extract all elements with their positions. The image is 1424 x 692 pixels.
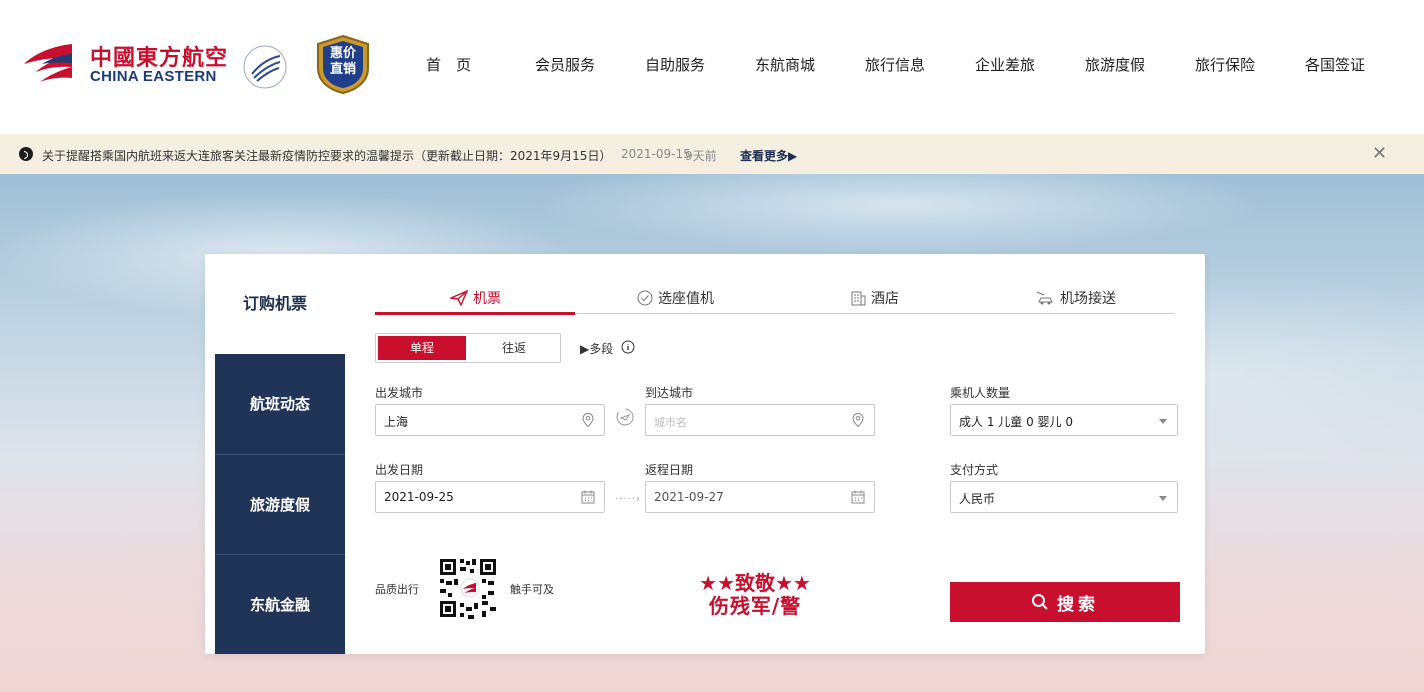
location-pin-icon xyxy=(582,412,594,428)
arrival-city-placeholder: 城市名 xyxy=(654,416,687,429)
depart-date-input[interactable]: 2021-09-25 xyxy=(375,481,605,513)
nav-travel-info[interactable]: 旅行信息 xyxy=(865,54,925,75)
notice-bar: 关于提醒搭乘国内航班来返大连旅客关注最新疫情防控要求的温馨提示（更新截止日期：2… xyxy=(0,134,1424,174)
site-header: 中國東方航空 CHINA EASTERN 惠价 直销 首 页 会员服务 自助服务… xyxy=(0,0,1424,134)
view-more-link[interactable]: 查看更多▶ xyxy=(740,147,797,164)
brand-name-en: CHINA EASTERN xyxy=(90,68,217,85)
within-reach-text: 触手可及 xyxy=(510,583,554,596)
notice-text[interactable]: 关于提醒搭乘国内航班来返大连旅客关注最新疫情防控要求的温馨提示（更新截止日期：2… xyxy=(42,147,611,164)
skyteam-logo-icon xyxy=(243,45,287,89)
one-way-button[interactable]: 单程 xyxy=(378,336,466,360)
location-pin-icon xyxy=(852,412,864,428)
badge-top-text: 惠价 xyxy=(329,46,356,61)
chevron-down-icon xyxy=(1159,419,1167,424)
tab-flights-label: 机票 xyxy=(473,291,501,307)
multi-segment-link[interactable]: ▶多段 xyxy=(580,340,613,357)
nav-self-service[interactable]: 自助服务 xyxy=(645,54,705,75)
tribute-top-text: ★★致敬★★ xyxy=(699,571,811,595)
trip-type-toggle: 单程 往返 xyxy=(375,333,561,363)
paper-plane-icon xyxy=(450,290,468,306)
nav-vacation[interactable]: 旅游度假 xyxy=(1085,54,1145,75)
departure-city-value: 上海 xyxy=(384,415,409,429)
speaker-icon xyxy=(19,147,33,161)
close-icon[interactable]: ✕ xyxy=(1372,143,1387,164)
return-date-input[interactable]: 2021-09-27 xyxy=(645,481,875,513)
nav-business-travel[interactable]: 企业差旅 xyxy=(975,54,1035,75)
round-trip-button[interactable]: 往返 xyxy=(470,336,558,360)
payment-value: 人民币 xyxy=(959,492,996,506)
calendar-icon xyxy=(581,490,595,504)
quality-travel-text: 品质出行 xyxy=(375,583,419,596)
badge-bottom-text: 直销 xyxy=(329,62,356,77)
side-tab-flight-status[interactable]: 航班动态 xyxy=(215,354,345,454)
nav-mall[interactable]: 东航商城 xyxy=(755,54,815,75)
active-tab-indicator xyxy=(375,312,575,315)
tab-airport-transfer[interactable]: 机场接送 xyxy=(1035,282,1116,314)
calendar-icon xyxy=(851,490,865,504)
nav-home[interactable]: 首 页 xyxy=(426,54,471,75)
side-tab-book-flights[interactable]: 订购机票 xyxy=(205,254,345,354)
tab-flights[interactable]: 机票 xyxy=(450,282,501,314)
arrival-city-label: 到达城市 xyxy=(645,386,694,400)
building-icon xyxy=(851,291,866,306)
payment-select[interactable]: 人民币 xyxy=(950,481,1178,513)
date-range-separator: ·····› xyxy=(615,494,641,505)
nav-insurance[interactable]: 旅行保险 xyxy=(1195,54,1255,75)
search-button-label: 搜索 xyxy=(1057,594,1099,615)
nav-member-services[interactable]: 会员服务 xyxy=(535,54,595,75)
check-circle-icon xyxy=(637,290,653,306)
tab-seat-checkin-label: 选座值机 xyxy=(658,291,714,307)
china-eastern-logo-icon[interactable] xyxy=(22,40,74,84)
tribute-banner[interactable]: ★★致敬★★ 伤残军/警 xyxy=(695,572,815,618)
direct-sale-badge[interactable]: 惠价 直销 xyxy=(314,34,372,95)
side-tab-finance[interactable]: 东航金融 xyxy=(215,554,345,654)
tab-hotel-label: 酒店 xyxy=(871,291,899,307)
tab-airport-transfer-label: 机场接送 xyxy=(1060,291,1116,307)
tab-hotel[interactable]: 酒店 xyxy=(850,282,899,314)
depart-date-value: 2021-09-25 xyxy=(384,490,454,504)
side-tab-vacation[interactable]: 旅游度假 xyxy=(215,454,345,554)
depart-date-label: 出发日期 xyxy=(375,463,424,477)
tab-seat-checkin[interactable]: 选座值机 xyxy=(637,282,714,314)
tribute-bottom-text: 伤残军/警 xyxy=(708,594,802,618)
departure-city-input[interactable]: 上海 xyxy=(375,404,605,436)
departure-city-label: 出发城市 xyxy=(375,386,424,400)
passengers-select[interactable]: 成人 1 儿童 0 婴儿 0 xyxy=(950,404,1178,436)
booking-panel: 订购机票 航班动态 旅游度假 东航金融 机票 选座值机 酒店 机场接送 单程 往… xyxy=(205,254,1205,654)
car-icon xyxy=(1036,291,1053,305)
notice-date: 2021-09-15 xyxy=(621,147,691,161)
notice-ago: 9天前 xyxy=(685,149,717,163)
qr-code-icon xyxy=(438,557,498,619)
payment-label: 支付方式 xyxy=(950,463,999,477)
info-icon[interactable] xyxy=(621,340,635,354)
passengers-label: 乘机人数量 xyxy=(950,386,1011,400)
search-button[interactable]: 搜索 xyxy=(950,582,1180,622)
nav-visa[interactable]: 各国签证 xyxy=(1305,54,1365,75)
passengers-value: 成人 1 儿童 0 婴儿 0 xyxy=(959,415,1073,429)
return-date-label: 返程日期 xyxy=(645,463,694,477)
swap-cities-icon[interactable] xyxy=(616,408,634,426)
search-icon xyxy=(1032,594,1048,610)
chevron-down-icon xyxy=(1159,496,1167,501)
return-date-value: 2021-09-27 xyxy=(654,490,724,504)
arrival-city-input[interactable]: 城市名 xyxy=(645,404,875,436)
service-tabs: 机票 选座值机 酒店 机场接送 xyxy=(375,282,1175,315)
